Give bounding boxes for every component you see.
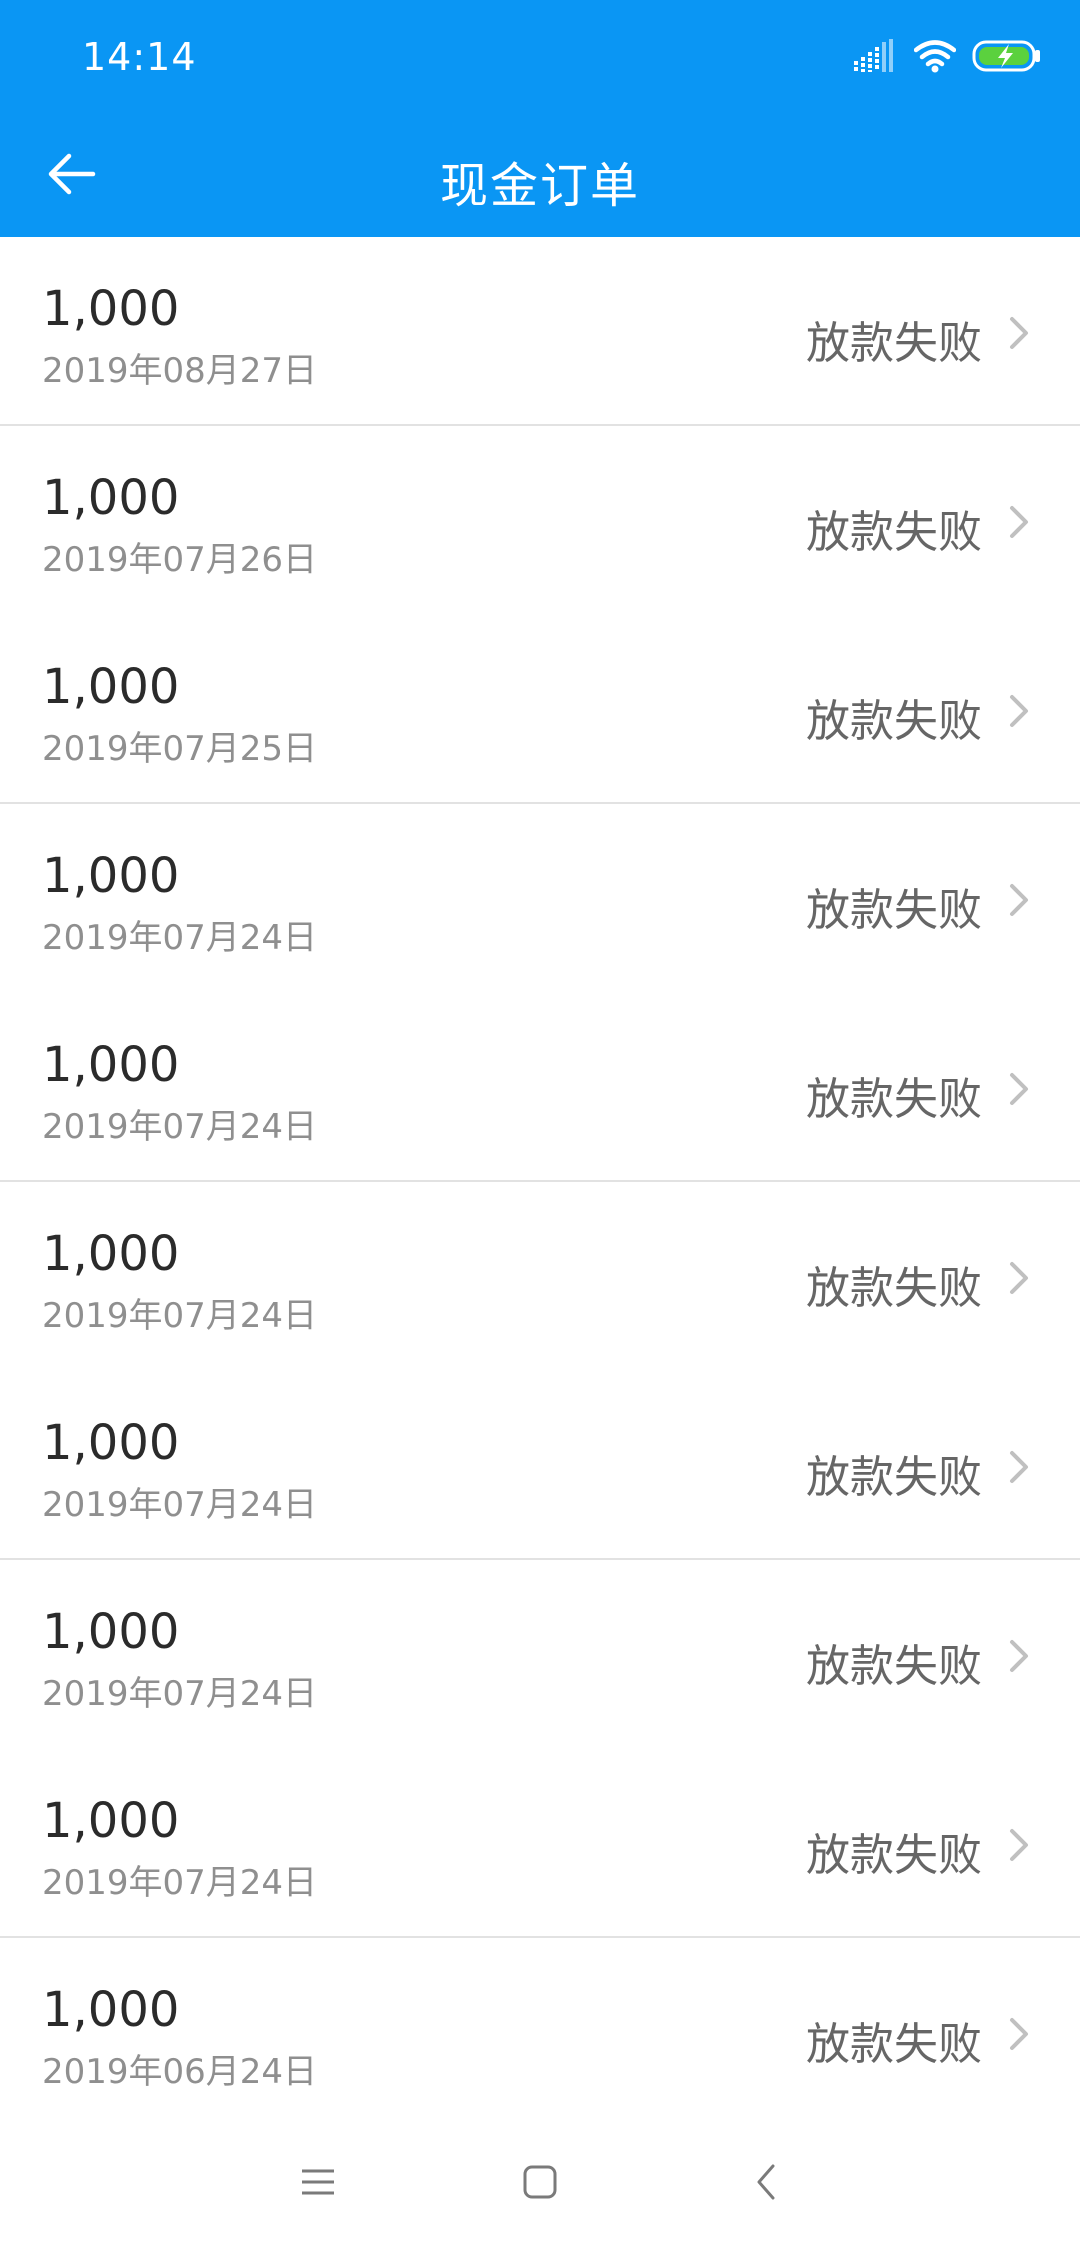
order-status: 放款失败 <box>806 1641 982 1692</box>
order-amount: 1,000 <box>42 470 180 526</box>
order-row[interactable]: 1,000 2019年07月26日 放款失败 <box>0 426 1080 615</box>
order-amount: 1,000 <box>42 848 180 904</box>
order-list: 1,000 2019年08月27日 放款失败 1,000 2019年07月26日… <box>0 237 1080 2127</box>
menu-icon <box>300 2167 336 2201</box>
order-date: 2019年07月24日 <box>42 1107 318 1147</box>
app-header: 14:14 现金订单 <box>0 0 1080 237</box>
order-row[interactable]: 1,000 2019年07月24日 放款失败 <box>0 1371 1080 1560</box>
menu-button[interactable] <box>288 2154 348 2214</box>
order-row[interactable]: 1,000 2019年07月25日 放款失败 <box>0 615 1080 804</box>
order-status: 放款失败 <box>806 1263 982 1314</box>
chevron-right-icon <box>1004 1258 1034 1298</box>
order-status: 放款失败 <box>806 507 982 558</box>
order-date: 2019年07月24日 <box>42 1863 318 1903</box>
back-icon <box>754 2162 778 2206</box>
order-amount: 1,000 <box>42 1037 180 1093</box>
order-status: 放款失败 <box>806 1452 982 1503</box>
chevron-right-icon <box>1004 1636 1034 1676</box>
signal-icon <box>854 39 898 77</box>
order-date: 2019年07月24日 <box>42 1674 318 1714</box>
home-button[interactable] <box>510 2154 570 2214</box>
battery-charging-icon <box>972 40 1042 76</box>
order-status: 放款失败 <box>806 2019 982 2070</box>
system-nav-bar <box>0 2120 1080 2248</box>
status-time: 14:14 <box>82 35 197 79</box>
system-back-button[interactable] <box>736 2154 796 2214</box>
chevron-right-icon <box>1004 880 1034 920</box>
order-date: 2019年07月24日 <box>42 1485 318 1525</box>
order-date: 2019年07月26日 <box>42 540 318 580</box>
order-status: 放款失败 <box>806 1830 982 1881</box>
chevron-right-icon <box>1004 1447 1034 1487</box>
order-date: 2019年07月24日 <box>42 1296 318 1336</box>
order-status: 放款失败 <box>806 885 982 936</box>
chevron-right-icon <box>1004 313 1034 353</box>
order-row[interactable]: 1,000 2019年07月24日 放款失败 <box>0 993 1080 1182</box>
order-amount: 1,000 <box>42 659 180 715</box>
chevron-right-icon <box>1004 2014 1034 2054</box>
order-amount: 1,000 <box>42 1604 180 1660</box>
order-row[interactable]: 1,000 2019年07月24日 放款失败 <box>0 1560 1080 1749</box>
order-status: 放款失败 <box>806 696 982 747</box>
cash-orders-screen: 14:14 现金订单 1,000 2019年08月27日 放款失败 1,000 … <box>0 0 1080 2248</box>
order-date: 2019年06月24日 <box>42 2052 318 2092</box>
status-icons <box>854 38 1042 78</box>
order-amount: 1,000 <box>42 281 180 337</box>
order-status: 放款失败 <box>806 318 982 369</box>
order-date: 2019年07月24日 <box>42 918 318 958</box>
order-row[interactable]: 1,000 2019年06月24日 放款失败 <box>0 1938 1080 2127</box>
page-title: 现金订单 <box>439 158 640 214</box>
chevron-right-icon <box>1004 502 1034 542</box>
order-amount: 1,000 <box>42 1982 180 2038</box>
order-row[interactable]: 1,000 2019年07月24日 放款失败 <box>0 1749 1080 1938</box>
order-amount: 1,000 <box>42 1793 180 1849</box>
order-row[interactable]: 1,000 2019年07月24日 放款失败 <box>0 1182 1080 1371</box>
status-bar: 14:14 <box>0 0 1080 118</box>
order-status: 放款失败 <box>806 1074 982 1125</box>
order-date: 2019年07月25日 <box>42 729 318 769</box>
order-amount: 1,000 <box>42 1415 180 1471</box>
wifi-icon <box>913 39 957 77</box>
toolbar: 现金订单 <box>0 118 1080 237</box>
order-row[interactable]: 1,000 2019年07月24日 放款失败 <box>0 804 1080 993</box>
order-amount: 1,000 <box>42 1226 180 1282</box>
order-row[interactable]: 1,000 2019年08月27日 放款失败 <box>0 237 1080 426</box>
order-date: 2019年08月27日 <box>42 351 318 391</box>
chevron-right-icon <box>1004 1069 1034 1109</box>
home-icon <box>522 2164 558 2204</box>
chevron-right-icon <box>1004 691 1034 731</box>
chevron-right-icon <box>1004 1825 1034 1865</box>
